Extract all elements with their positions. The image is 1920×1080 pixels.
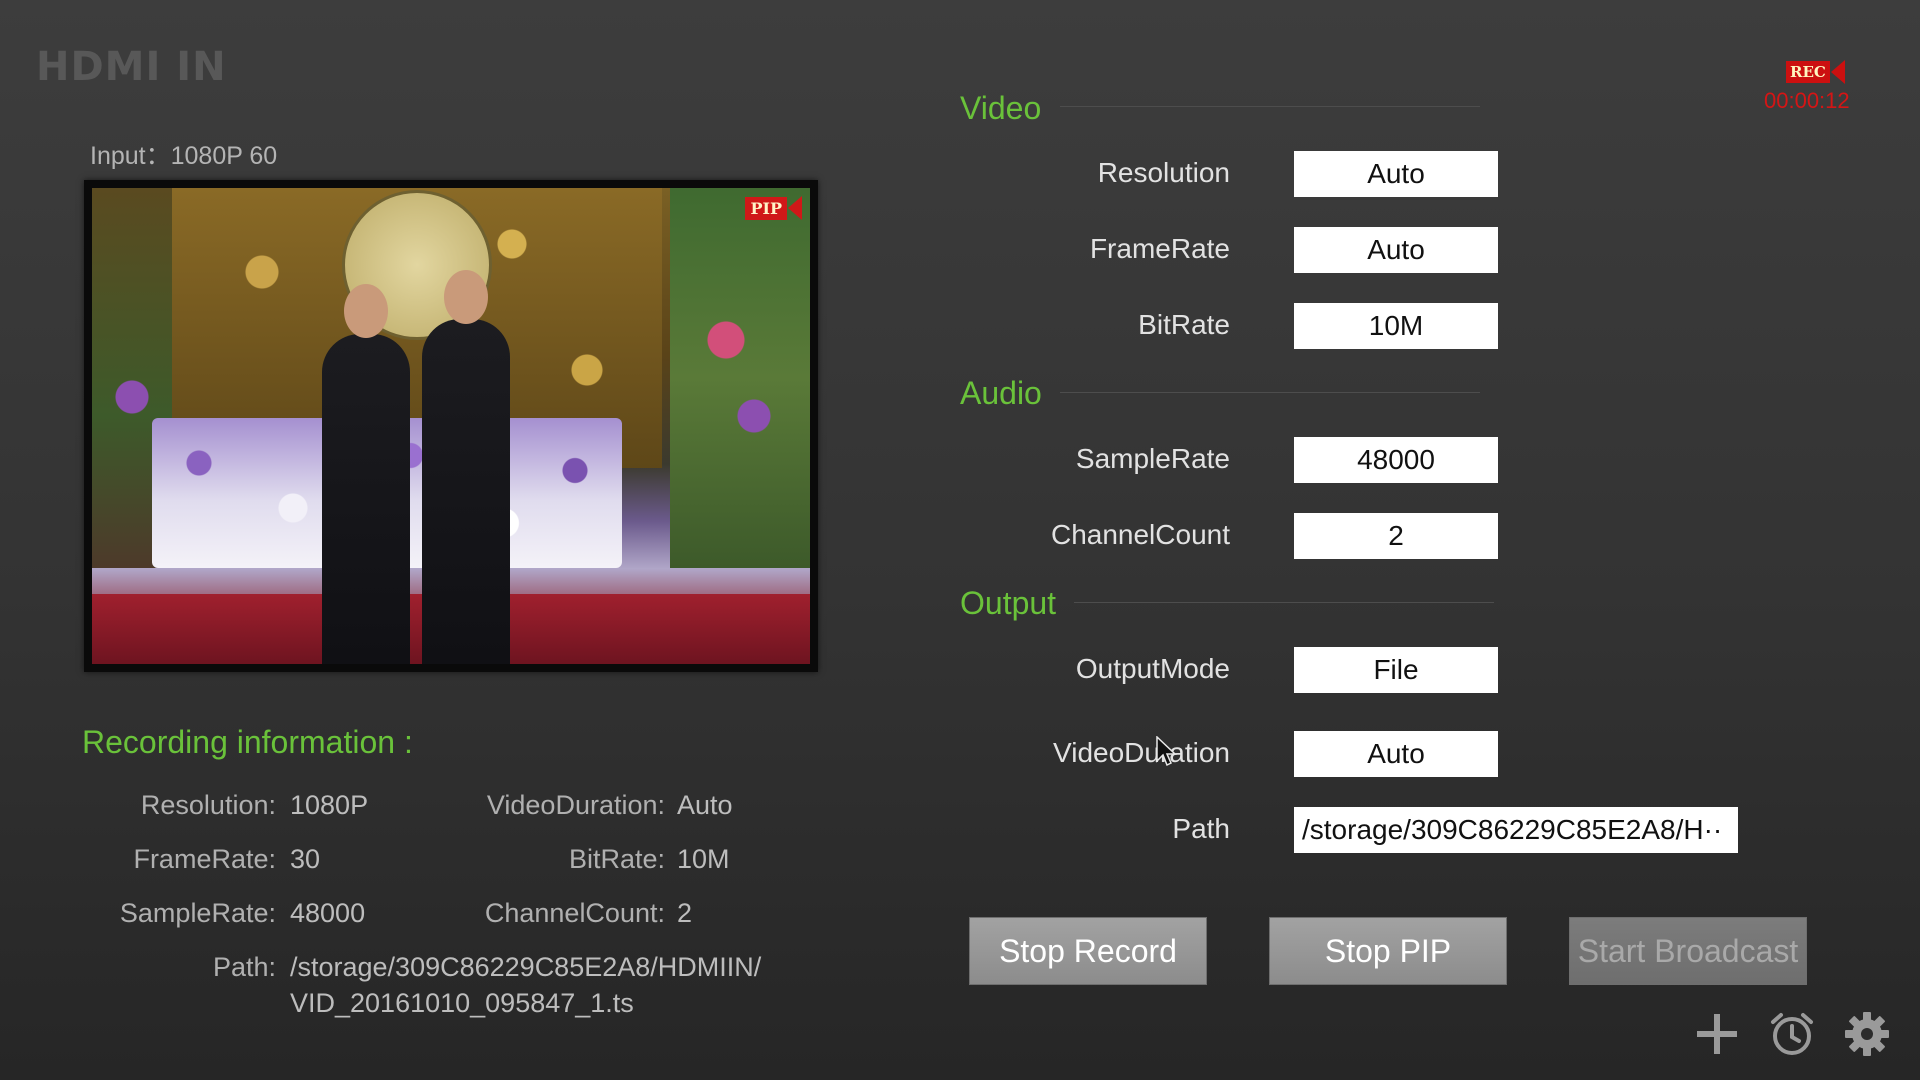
ri-resolution-label: Resolution: [140, 790, 276, 820]
section-title-output: Output [960, 585, 1057, 621]
channelcount-select[interactable]: 2 [1294, 513, 1498, 559]
channelcount-label: ChannelCount [1050, 519, 1230, 550]
resolution-label: Resolution [1097, 157, 1230, 188]
ri-channelcount-value: 2 [677, 898, 693, 928]
videoduration-select[interactable]: Auto [1294, 731, 1498, 777]
alarm-clock-icon[interactable] [1768, 1010, 1816, 1058]
section-divider-audio [1060, 392, 1480, 393]
section-title-audio: Audio [960, 375, 1042, 411]
bitrate-label: BitRate [1138, 309, 1230, 340]
preview-person-right [422, 319, 510, 664]
section-divider-output [1074, 602, 1494, 603]
ri-framerate-value: 30 [290, 844, 321, 874]
section-title-video: Video [960, 90, 1042, 126]
ri-bitrate-value: 10M [677, 844, 730, 874]
rec-indicator: REC [1786, 60, 1845, 84]
preview-plants-right [670, 188, 810, 568]
app-title: HDMI IN [36, 44, 227, 90]
framerate-select[interactable]: Auto [1294, 227, 1498, 273]
videoduration-label: VideoDuration [1053, 737, 1230, 768]
ri-path-value-line2: VID_20161010_095847_1.ts [290, 988, 634, 1018]
path-label: Path [1172, 813, 1230, 844]
start-broadcast-button[interactable]: Start Broadcast [1569, 917, 1807, 985]
preview-head-left [344, 284, 388, 338]
ri-path-label: Path: [212, 952, 276, 982]
ri-videoduration-value: Auto [677, 790, 733, 820]
preview-head-right [444, 270, 488, 324]
bitrate-select[interactable]: 10M [1294, 303, 1498, 349]
ri-samplerate-value: 48000 [290, 898, 366, 928]
stop-record-button[interactable]: Stop Record [969, 917, 1207, 985]
ri-samplerate-label: SampleRate: [119, 898, 276, 928]
ri-resolution-value: 1080P [290, 790, 369, 820]
outputmode-label: OutputMode [1075, 653, 1230, 684]
section-divider-video [1060, 106, 1480, 107]
rec-elapsed-time: 00:00:12 [1764, 88, 1850, 113]
add-icon[interactable] [1693, 1010, 1741, 1058]
video-preview[interactable]: PIP [92, 188, 810, 664]
ri-framerate-label: FrameRate: [133, 844, 276, 874]
recording-info-title: Recording information : [82, 724, 413, 760]
path-field[interactable]: /storage/309C86229C85E2A8/H·· [1294, 807, 1738, 853]
outputmode-select[interactable]: File [1294, 647, 1498, 693]
ri-bitrate-label: BitRate: [568, 844, 665, 874]
preview-person-left [322, 334, 410, 664]
rec-badge-label: REC [1786, 61, 1830, 83]
resolution-select[interactable]: Auto [1294, 151, 1498, 197]
video-preview-frame[interactable]: PIP [84, 180, 818, 672]
samplerate-select[interactable]: 48000 [1294, 437, 1498, 483]
pip-badge-label: PIP [745, 196, 787, 220]
framerate-label: FrameRate [1089, 233, 1230, 264]
gear-icon[interactable] [1843, 1010, 1891, 1058]
ri-videoduration-label: VideoDuration: [486, 790, 665, 820]
ri-path-value-line1: /storage/309C86229C85E2A8/HDMIIN/ [290, 952, 762, 982]
mouse-cursor-icon [1156, 736, 1177, 767]
input-signal-label: Input：1080P 60 [90, 142, 278, 170]
samplerate-label: SampleRate [1075, 443, 1230, 474]
stop-pip-button[interactable]: Stop PIP [1269, 917, 1507, 985]
ri-channelcount-label: ChannelCount: [484, 898, 665, 928]
camera-icon [1830, 60, 1845, 84]
pip-badge: PIP [745, 196, 802, 220]
camera-icon [788, 196, 802, 220]
